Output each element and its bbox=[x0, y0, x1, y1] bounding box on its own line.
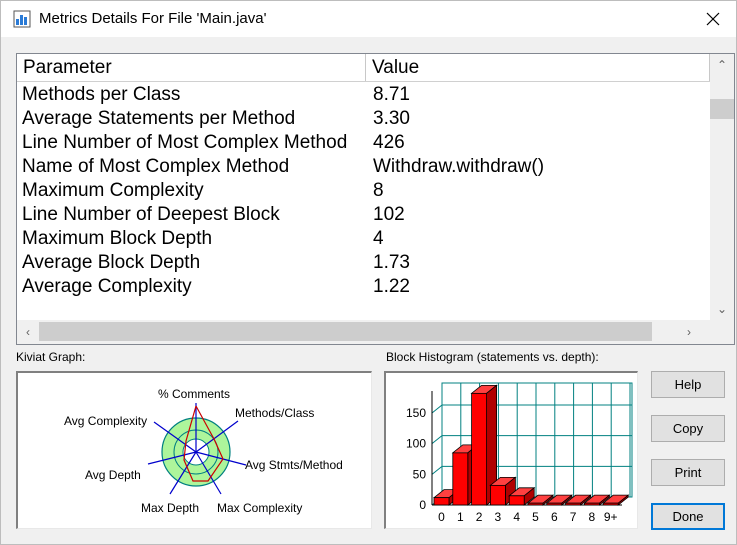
kiviat-axis-label-comments: % Comments bbox=[158, 387, 230, 401]
histogram-y-tick-label: 0 bbox=[419, 498, 426, 512]
metrics-table[interactable]: Parameter Value Methods per Class 8.71 Ave… bbox=[16, 53, 735, 345]
histogram-x-tick-label: 8 bbox=[589, 510, 596, 524]
table-header: Parameter Value bbox=[17, 54, 710, 82]
title-bar: Metrics Details For File 'Main.java' bbox=[1, 1, 736, 37]
value-cell: 102 bbox=[373, 204, 405, 225]
histogram-bar-front bbox=[508, 495, 525, 506]
chevron-up-icon[interactable]: ⌃ bbox=[710, 54, 734, 76]
parameter-cell: Average Statements per Method bbox=[22, 108, 296, 129]
kiviat-graph: % Comments Methods/Class Avg Stmts/Metho… bbox=[64, 387, 343, 515]
column-header-value[interactable]: Value bbox=[366, 54, 710, 81]
parameter-cell: Name of Most Complex Method bbox=[22, 156, 290, 177]
table-row[interactable]: Line Number of Deepest Block 102 bbox=[17, 203, 710, 227]
metrics-details-window: Metrics Details For File 'Main.java' Par… bbox=[0, 0, 737, 545]
chevron-left-icon[interactable]: ‹ bbox=[17, 320, 39, 344]
copy-button[interactable]: Copy bbox=[651, 415, 725, 442]
histogram-grid-diag bbox=[431, 435, 443, 445]
histogram-bar-front bbox=[583, 502, 600, 506]
histogram-grid-diag bbox=[431, 404, 443, 414]
kiviat-graph-label: Kiviat Graph: bbox=[16, 350, 86, 364]
histogram-x-tick-label: 2 bbox=[476, 510, 483, 524]
table-row[interactable]: Name of Most Complex Method Withdraw.with… bbox=[17, 155, 710, 179]
value-cell: 3.30 bbox=[373, 108, 410, 129]
block-histogram-chart: 0501001500 1 2 3 4 5 6 7 8 9+ bbox=[406, 382, 633, 524]
done-button[interactable]: Done bbox=[651, 503, 725, 530]
parameter-cell: Average Block Depth bbox=[22, 252, 201, 273]
kiviat-axis-label-max-depth: Max Depth bbox=[141, 501, 199, 515]
table-row[interactable]: Average Block Depth 1.73 bbox=[17, 251, 710, 275]
kiviat-axis-label-max-complexity: Max Complexity bbox=[217, 501, 302, 515]
value-cell: 426 bbox=[373, 132, 405, 153]
kiviat-axis-label-avg-depth: Avg Depth bbox=[85, 468, 141, 482]
parameter-cell: Line Number of Deepest Block bbox=[22, 204, 280, 225]
close-icon bbox=[706, 12, 720, 26]
table-row[interactable]: Maximum Complexity 8 bbox=[17, 179, 710, 203]
histogram-y-tick-label: 150 bbox=[406, 406, 426, 420]
histogram-bar-front bbox=[527, 502, 544, 506]
table-body: Methods per Class 8.71 Average Statements … bbox=[17, 83, 710, 299]
print-button[interactable]: Print bbox=[651, 459, 725, 486]
parameter-cell: Maximum Complexity bbox=[22, 180, 204, 201]
table-row[interactable]: Methods per Class 8.71 bbox=[17, 83, 710, 107]
table-row[interactable]: Maximum Block Depth 4 bbox=[17, 227, 710, 251]
histogram-bar-front bbox=[471, 392, 487, 506]
table-row[interactable]: Average Statements per Method 3.30 bbox=[17, 107, 710, 131]
kiviat-axis-label-avg-stmts: Avg Stmts/Method bbox=[245, 458, 343, 472]
histogram-x-tick-label: 5 bbox=[532, 510, 539, 524]
histogram-x-tick-label: 3 bbox=[495, 510, 502, 524]
scroll-corner bbox=[710, 320, 734, 344]
close-button[interactable] bbox=[690, 1, 736, 37]
kiviat-axis-label-methods-class: Methods/Class bbox=[235, 406, 314, 420]
parameter-cell: Average Complexity bbox=[22, 276, 192, 297]
parameter-cell: Maximum Block Depth bbox=[22, 228, 213, 249]
histogram-x-tick-label: 4 bbox=[513, 510, 520, 524]
kiviat-graph-panel: % Comments Methods/Class Avg Stmts/Metho… bbox=[16, 371, 372, 529]
kiviat-axis-label-avg-complexity: Avg Complexity bbox=[64, 414, 147, 428]
histogram-x-tick-label: 6 bbox=[551, 510, 558, 524]
vertical-scroll-thumb[interactable] bbox=[710, 99, 734, 119]
metrics-app-icon bbox=[13, 10, 31, 28]
table-row[interactable]: Average Complexity 1.22 bbox=[17, 275, 710, 299]
histogram-x-tick-label: 9+ bbox=[604, 510, 618, 524]
histogram-bar-front bbox=[490, 484, 506, 506]
horizontal-scroll-thumb[interactable] bbox=[39, 322, 652, 341]
block-histogram-panel: 0 50 100 150 0 1 2 3 4 5 6 7 8 9+ bbox=[384, 371, 638, 529]
histogram-y-tick-label: 100 bbox=[406, 437, 426, 451]
value-cell: 8 bbox=[373, 180, 384, 201]
value-cell: 1.73 bbox=[373, 252, 410, 273]
vertical-scrollbar[interactable]: ⌃ ⌄ bbox=[710, 54, 734, 320]
chevron-right-icon[interactable]: › bbox=[678, 320, 700, 344]
histogram-bar-front bbox=[546, 502, 563, 506]
histogram-bar-front bbox=[433, 497, 450, 506]
chevron-down-icon[interactable]: ⌄ bbox=[710, 298, 734, 320]
value-cell: 1.22 bbox=[373, 276, 410, 297]
histogram-x-tick-label: 7 bbox=[570, 510, 577, 524]
histogram-grid-diag bbox=[431, 465, 443, 475]
window-title: Metrics Details For File 'Main.java' bbox=[39, 10, 267, 27]
help-button[interactable]: Help bbox=[651, 371, 725, 398]
column-header-parameter[interactable]: Parameter bbox=[17, 54, 366, 81]
parameter-cell: Line Number of Most Complex Method bbox=[22, 132, 348, 153]
block-histogram-label: Block Histogram (statements vs. depth): bbox=[386, 350, 599, 364]
histogram-bar-front bbox=[565, 502, 582, 506]
value-cell: 4 bbox=[373, 228, 384, 249]
horizontal-scrollbar[interactable]: ‹ › bbox=[17, 320, 710, 344]
histogram-bar-front bbox=[602, 502, 619, 506]
value-cell: 8.71 bbox=[373, 84, 410, 105]
parameter-cell: Methods per Class bbox=[22, 84, 181, 105]
histogram-y-tick-label: 50 bbox=[413, 467, 427, 481]
histogram-x-tick-label: 1 bbox=[457, 510, 464, 524]
histogram-x-tick-label: 0 bbox=[438, 510, 445, 524]
histogram-bar-front bbox=[452, 452, 469, 506]
table-row[interactable]: Line Number of Most Complex Method 426 bbox=[17, 131, 710, 155]
value-cell: Withdraw.withdraw() bbox=[373, 156, 545, 177]
